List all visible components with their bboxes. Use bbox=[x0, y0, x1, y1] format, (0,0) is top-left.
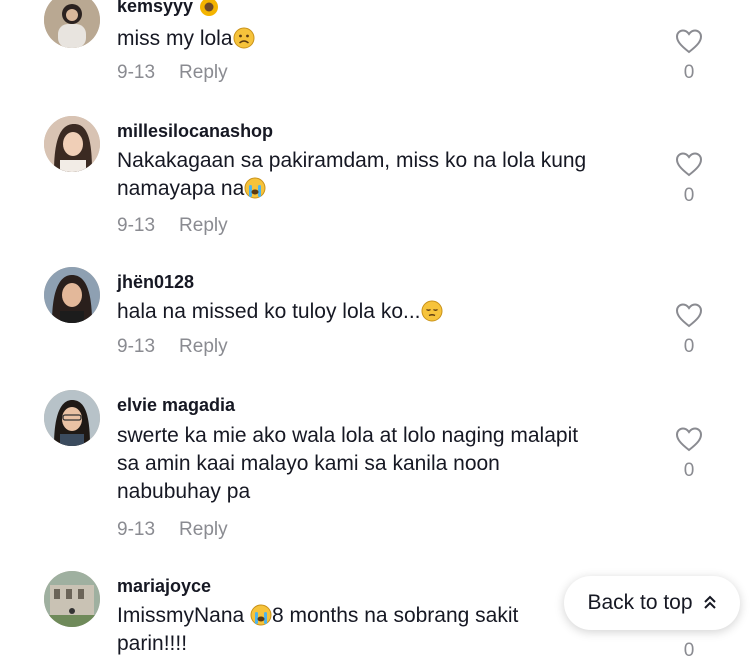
comment-username[interactable]: mariajoyce bbox=[117, 576, 211, 597]
comment-username[interactable]: millesilocanashop bbox=[117, 121, 273, 142]
reply-button[interactable]: Reply bbox=[179, 215, 228, 236]
comment-text: miss my lola bbox=[117, 25, 657, 53]
like-count: 0 bbox=[683, 185, 695, 206]
like-count: 0 bbox=[683, 460, 695, 481]
avatar[interactable] bbox=[44, 571, 100, 627]
heart-icon[interactable] bbox=[675, 28, 703, 54]
like-count: 0 bbox=[683, 62, 695, 83]
heart-icon[interactable] bbox=[675, 302, 703, 328]
comment-text: Nakakagaan sa pakiramdam, miss ko na lol… bbox=[117, 149, 587, 200]
like-count: 0 bbox=[683, 336, 695, 357]
double-chevron-up-icon bbox=[703, 594, 717, 613]
loudly-crying-face-emoji-icon bbox=[244, 177, 266, 199]
comment-date: 9-13 bbox=[117, 336, 156, 357]
comment-meta: 9-13 Reply bbox=[117, 62, 228, 84]
comment-text: swerte ka mie ako wala lola at lolo nagi… bbox=[117, 424, 579, 503]
comment-meta: 9-13 Reply bbox=[117, 519, 228, 541]
comment-date: 9-13 bbox=[117, 519, 156, 540]
reply-button[interactable]: Reply bbox=[179, 62, 228, 83]
like-control: 0 bbox=[670, 28, 708, 84]
like-count: 0 bbox=[683, 640, 695, 661]
comment-text: hala na missed ko tuloy lola ko... bbox=[117, 298, 657, 326]
comment-meta: 9-13 Reply bbox=[117, 215, 228, 237]
avatar[interactable] bbox=[44, 390, 100, 446]
reply-button[interactable]: Reply bbox=[179, 519, 228, 540]
like-control: 0 bbox=[670, 302, 708, 358]
comment-meta: 9-13 Reply bbox=[117, 336, 228, 358]
like-control: 0 bbox=[670, 426, 708, 482]
comment-date: 9-13 bbox=[117, 215, 156, 236]
comment-list: kemsyyy miss my lola 9-13 Reply 0 millesi… bbox=[0, 0, 750, 670]
like-control: 0 bbox=[670, 151, 708, 207]
frowning-face-emoji-icon bbox=[233, 27, 255, 49]
avatar[interactable] bbox=[44, 267, 100, 323]
avatar[interactable] bbox=[44, 116, 100, 172]
back-to-top-label: Back to top bbox=[587, 591, 693, 614]
heart-icon[interactable] bbox=[675, 151, 703, 177]
comment-username[interactable]: jhën0128 bbox=[117, 272, 194, 293]
comment-username[interactable]: kemsyyy bbox=[117, 0, 219, 17]
comment-date: 9-13 bbox=[117, 62, 156, 83]
avatar[interactable] bbox=[44, 0, 100, 48]
loudly-crying-face-emoji-icon bbox=[250, 604, 272, 626]
back-to-top-button[interactable]: Back to top bbox=[564, 576, 740, 630]
comment-username[interactable]: elvie magadia bbox=[117, 395, 235, 416]
heart-icon[interactable] bbox=[675, 426, 703, 452]
reply-button[interactable]: Reply bbox=[179, 336, 228, 357]
pensive-face-emoji-icon bbox=[421, 300, 443, 322]
sunflower-emoji-icon bbox=[198, 0, 219, 16]
